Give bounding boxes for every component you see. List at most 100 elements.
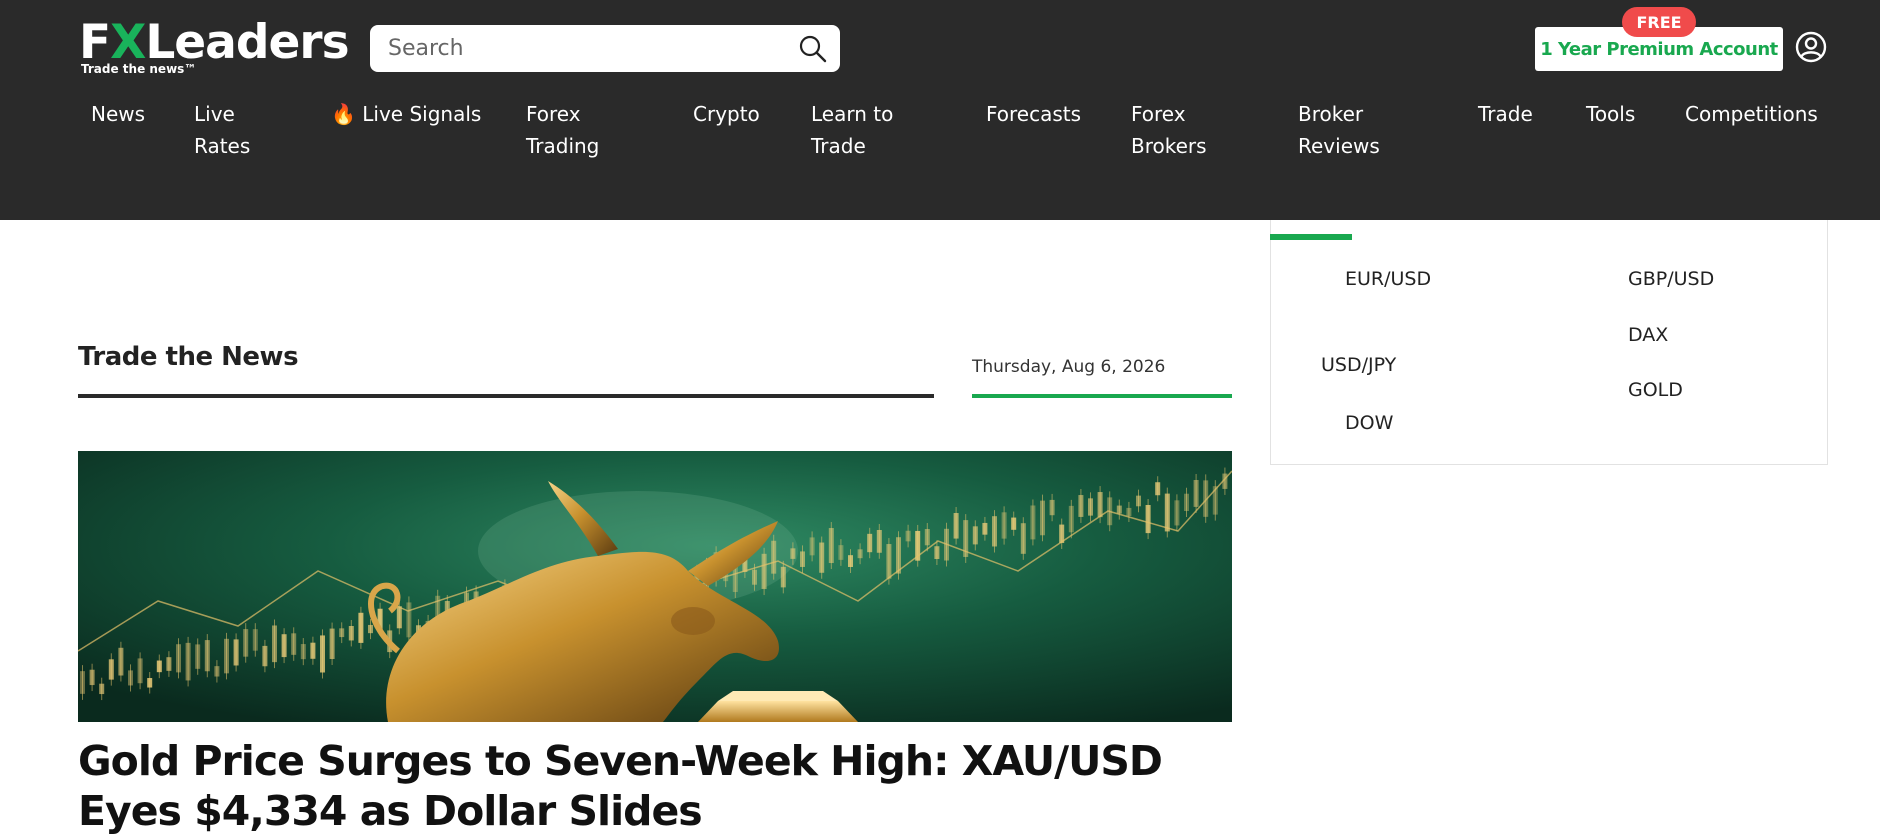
fxleaders-logo[interactable]: FXLeaders Trade the news™ xyxy=(79,18,350,77)
pair-usd-jpy[interactable]: USD/JPY xyxy=(1321,354,1396,376)
candle-body xyxy=(1040,500,1045,536)
candle-body xyxy=(224,638,229,674)
candle-body xyxy=(108,659,114,680)
candle-body xyxy=(262,645,268,667)
nav-item-news[interactable]: News xyxy=(91,98,145,130)
candle-body xyxy=(1136,495,1141,507)
candle-body xyxy=(128,670,133,686)
candle-body xyxy=(310,642,316,659)
pair-dax[interactable]: DAX xyxy=(1628,324,1668,346)
candle-body xyxy=(281,634,287,658)
candle-body xyxy=(300,644,306,660)
candle-body xyxy=(1116,505,1122,514)
premium-account-label: 1 Year Premium Account xyxy=(1540,38,1778,60)
fire-icon: 🔥 xyxy=(331,102,356,126)
candle-body xyxy=(368,624,373,634)
candle-body xyxy=(876,529,882,553)
candle-body xyxy=(896,537,901,574)
section-title: Trade the News xyxy=(78,342,299,372)
search-box xyxy=(370,25,840,72)
candle-body xyxy=(828,528,834,564)
candle-body xyxy=(790,548,796,559)
nav-item-forex-brokers[interactable]: Forex Brokers xyxy=(1131,98,1207,162)
user-icon[interactable] xyxy=(1795,31,1827,63)
nav-item-broker-reviews[interactable]: Broker Reviews xyxy=(1298,98,1380,162)
candle-body xyxy=(752,569,757,585)
section-title-underline xyxy=(78,394,934,398)
nav-item-forecasts[interactable]: Forecasts xyxy=(986,98,1081,130)
candle-body xyxy=(195,644,201,669)
nav-item-learn-to-trade[interactable]: Learn to Trade xyxy=(811,98,893,162)
nav-item-competitions[interactable]: Competitions xyxy=(1685,98,1818,130)
candle-body xyxy=(348,625,354,641)
search-icon[interactable] xyxy=(798,34,828,64)
nav-item-crypto[interactable]: Crypto xyxy=(693,98,760,130)
pair-gold[interactable]: GOLD xyxy=(1628,379,1683,401)
article-headline[interactable]: Gold Price Surges to Seven-Week High: XA… xyxy=(78,736,1232,836)
candle-body xyxy=(156,660,162,673)
candle-body xyxy=(137,658,143,684)
search-input[interactable] xyxy=(388,33,768,64)
site-header: FXLeaders Trade the news™ 1 Year Premium… xyxy=(0,0,1880,220)
nav-item-live-rates[interactable]: Live Rates xyxy=(194,98,250,162)
nav-item-forex-trading[interactable]: Forex Trading xyxy=(526,98,599,162)
candle-body xyxy=(1001,512,1007,539)
candle-body xyxy=(272,625,277,663)
candle-body xyxy=(886,544,892,579)
nav-item-live-signals[interactable]: 🔥 Live Signals xyxy=(331,98,481,130)
candle-body xyxy=(1164,493,1170,532)
candle-body xyxy=(243,629,249,657)
candle-body xyxy=(809,537,815,556)
candle-body xyxy=(214,666,220,677)
candle-body xyxy=(1011,517,1017,530)
logo-tagline: Trade the news™ xyxy=(81,62,197,76)
candle-body xyxy=(992,516,997,547)
logo-wordmark: FXLeaders xyxy=(79,15,350,70)
candle-body xyxy=(1088,498,1093,516)
candle-body xyxy=(406,602,412,638)
candle-body xyxy=(819,542,825,573)
pair-eur-usd[interactable]: EUR/USD xyxy=(1345,268,1431,290)
pair-dow[interactable]: DOW xyxy=(1345,412,1393,434)
candle-body xyxy=(1020,523,1026,554)
candle-body xyxy=(118,647,124,676)
candle-body xyxy=(857,549,863,559)
pair-gbp-usd[interactable]: GBP/USD xyxy=(1628,268,1714,290)
candle-body xyxy=(1193,479,1199,507)
candle-body xyxy=(233,639,239,666)
candle-body xyxy=(1030,505,1036,540)
candle-body xyxy=(924,529,930,546)
candle-body xyxy=(800,551,805,567)
candle-body xyxy=(204,640,210,672)
candle-body xyxy=(982,522,988,535)
candle-body xyxy=(838,545,844,560)
candle-body xyxy=(848,555,853,567)
candle-body xyxy=(358,612,364,643)
candle-body xyxy=(329,628,335,659)
candle-body xyxy=(176,644,181,673)
date-underline xyxy=(972,394,1232,398)
candle-body xyxy=(320,635,325,673)
main-nav: News Live Rates 🔥 Live Signals Forex Tra… xyxy=(0,98,1880,168)
candle-body xyxy=(1155,482,1161,496)
nav-item-tools[interactable]: Tools xyxy=(1586,98,1635,130)
market-pairs-widget: EUR/USD GBP/USD DAX USD/JPY GOLD DOW xyxy=(1270,220,1828,465)
candle-body xyxy=(396,606,402,629)
candle-body xyxy=(1068,505,1074,533)
hero-image[interactable] xyxy=(78,451,1232,722)
candle-body xyxy=(972,526,978,545)
candle-body xyxy=(761,553,767,590)
candle-body xyxy=(934,546,940,559)
candle-body xyxy=(252,629,258,651)
candle-body xyxy=(1097,492,1103,518)
candle-body xyxy=(1184,493,1189,512)
candle-body xyxy=(953,513,959,539)
candle-body xyxy=(1145,504,1151,534)
candle-body xyxy=(291,633,297,655)
widget-tab-indicator xyxy=(1270,234,1352,240)
candle-body xyxy=(99,683,105,695)
candle-body xyxy=(867,533,873,553)
candle-body xyxy=(1174,500,1180,526)
nav-item-trade[interactable]: Trade xyxy=(1478,98,1533,130)
current-date: Thursday, Aug 6, 2026 xyxy=(972,357,1166,377)
